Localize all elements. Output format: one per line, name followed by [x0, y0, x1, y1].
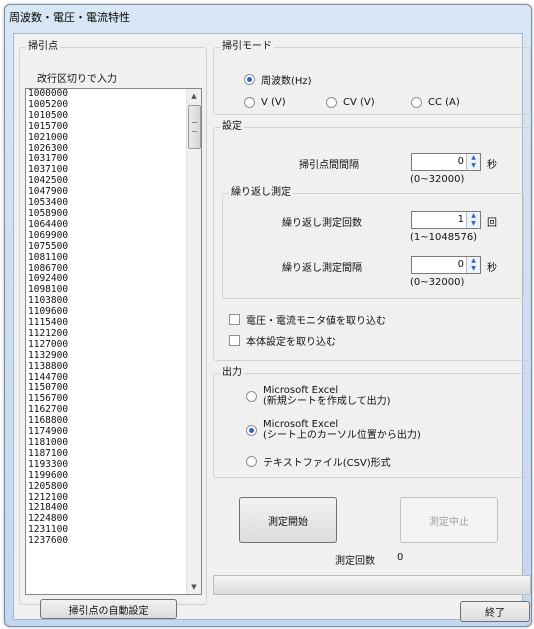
- measurement-progress-bar: [213, 575, 531, 595]
- output-cursor-line2: (シート上のカーソル位置から出力): [263, 430, 421, 441]
- output-new-sheet-line1: Microsoft Excel: [263, 385, 339, 396]
- check-device-box: [229, 335, 240, 346]
- check-device-settings[interactable]: 本体設定を取り込む: [229, 333, 336, 348]
- start-measurement-button[interactable]: 測定開始: [239, 497, 337, 543]
- check-device-label: 本体設定を取り込む: [246, 337, 336, 348]
- repeat-count-label: 繰り返し測定回数: [282, 218, 362, 229]
- repeat-count-spin-buttons[interactable]: ▲ ▼: [466, 212, 480, 228]
- repeat-group: 繰り返し測定: [222, 187, 524, 299]
- repeat-interval-value: 0: [457, 259, 464, 270]
- grip-icon: [192, 122, 197, 132]
- repeat-interval-spin-buttons[interactable]: ▲ ▼: [466, 257, 480, 273]
- list-item[interactable]: 1081100: [26, 252, 201, 264]
- auto-sweep-button[interactable]: 掃引点の自動設定: [40, 599, 177, 619]
- repeat-count-value: 1: [457, 214, 464, 225]
- sweep-interval-unit: 秒: [487, 160, 497, 171]
- check-monitor-box: [229, 314, 240, 325]
- list-item[interactable]: 1199600: [26, 470, 201, 482]
- window-title: 周波数・電圧・電流特性: [9, 11, 130, 24]
- list-scrollbar[interactable]: ▲ ▼: [186, 89, 201, 594]
- radio-cv-label: CV (V): [343, 97, 375, 108]
- sweep-points-hint: 改行区切りで入力: [37, 74, 117, 85]
- radio-frequency[interactable]: 周波数(Hz): [244, 72, 312, 87]
- scroll-down-icon[interactable]: ▼: [187, 580, 201, 594]
- sweep-interval-value: 0: [457, 156, 464, 167]
- main-window: 周波数・電圧・電流特性 掃引点 改行区切りで入力 1000000 1005200 1…: [4, 4, 532, 627]
- radio-cv[interactable]: CV (V): [326, 97, 375, 108]
- radio-cc[interactable]: CC (A): [411, 97, 460, 108]
- spin-up-icon[interactable]: ▲: [467, 257, 480, 265]
- sweep-points-list-content: 1000000 1005200 1010500 1015700 1021000 10263…: [26, 89, 201, 547]
- sweep-interval-spinbox[interactable]: 0 ▲ ▼: [411, 153, 481, 171]
- list-item[interactable]: 1138800: [26, 361, 201, 373]
- sweep-interval-label: 掃引点間間隔: [299, 160, 359, 171]
- output-group-label: 出力: [220, 367, 244, 379]
- sweep-points-group-label: 掃引点: [26, 41, 60, 53]
- list-item[interactable]: 1021000: [26, 132, 201, 144]
- check-monitor-values[interactable]: 電圧・電流モニタ値を取り込む: [229, 312, 386, 327]
- repeat-interval-unit: 秒: [487, 263, 497, 274]
- list-item[interactable]: 1205800: [26, 481, 201, 493]
- radio-output-new-sheet[interactable]: Microsoft Excel (新規シートを作成して出力): [246, 385, 391, 407]
- radio-output-cursor[interactable]: Microsoft Excel (シート上のカーソル位置から出力): [246, 419, 421, 441]
- output-cursor-line1: Microsoft Excel: [263, 419, 339, 430]
- measurement-count-value: 0: [397, 552, 404, 563]
- spin-down-icon[interactable]: ▼: [467, 265, 480, 273]
- sweep-points-list[interactable]: 1000000 1005200 1010500 1015700 1021000 10263…: [25, 88, 202, 595]
- radio-voltage-label: V (V): [261, 97, 286, 108]
- sweep-interval-spin-buttons[interactable]: ▲ ▼: [466, 154, 480, 170]
- radio-output-cursor-indicator: [246, 424, 257, 436]
- repeat-interval-spinbox[interactable]: 0 ▲ ▼: [411, 256, 481, 274]
- repeat-group-label: 繰り返し測定: [229, 187, 293, 199]
- radio-voltage[interactable]: V (V): [244, 97, 286, 108]
- radio-cc-label: CC (A): [428, 97, 460, 108]
- radio-cv-indicator: [326, 97, 337, 108]
- radio-cc-indicator: [411, 97, 422, 108]
- radio-output-csv-indicator: [246, 456, 257, 467]
- radio-output-cursor-label: Microsoft Excel (シート上のカーソル位置から出力): [263, 419, 421, 441]
- list-item[interactable]: 1075500: [26, 241, 201, 253]
- repeat-count-spinbox[interactable]: 1 ▲ ▼: [411, 211, 481, 229]
- spin-up-icon[interactable]: ▲: [467, 212, 480, 220]
- radio-voltage-indicator: [244, 97, 255, 108]
- repeat-interval-range: (0~32000): [410, 277, 465, 288]
- close-button[interactable]: 終了: [460, 601, 530, 622]
- measurement-count-label: 測定回数: [335, 556, 375, 567]
- spin-down-icon[interactable]: ▼: [467, 220, 480, 228]
- spin-down-icon[interactable]: ▼: [467, 162, 480, 170]
- stop-measurement-button[interactable]: 測定中止: [400, 497, 498, 543]
- sweep-interval-range: (0~32000): [410, 174, 465, 185]
- scroll-thumb[interactable]: [188, 105, 201, 149]
- radio-frequency-label: 周波数(Hz): [261, 76, 312, 87]
- spin-up-icon[interactable]: ▲: [467, 154, 480, 162]
- radio-output-new-sheet-label: Microsoft Excel (新規シートを作成して出力): [263, 385, 391, 407]
- repeat-count-range: (1~1048576): [410, 232, 478, 243]
- radio-frequency-indicator: [244, 74, 255, 85]
- dialog-client-area: 掃引点 改行区切りで入力 1000000 1005200 1010500 101570…: [13, 33, 531, 622]
- repeat-interval-label: 繰り返し測定間隔: [282, 263, 362, 274]
- output-new-sheet-line2: (新規シートを作成して出力): [263, 396, 391, 407]
- sweep-mode-group-label: 掃引モード: [220, 41, 274, 53]
- check-monitor-label: 電圧・電流モニタ値を取り込む: [246, 316, 386, 327]
- radio-output-new-sheet-indicator: [246, 390, 257, 402]
- settings-group-label: 設定: [220, 121, 244, 133]
- radio-output-csv[interactable]: テキストファイル(CSV)形式: [246, 454, 391, 469]
- radio-output-csv-label: テキストファイル(CSV)形式: [263, 458, 391, 469]
- repeat-count-unit: 回: [487, 218, 497, 229]
- list-item[interactable]: 1237600: [26, 535, 201, 547]
- scroll-up-icon[interactable]: ▲: [187, 89, 201, 103]
- list-item[interactable]: 1015700: [26, 121, 201, 133]
